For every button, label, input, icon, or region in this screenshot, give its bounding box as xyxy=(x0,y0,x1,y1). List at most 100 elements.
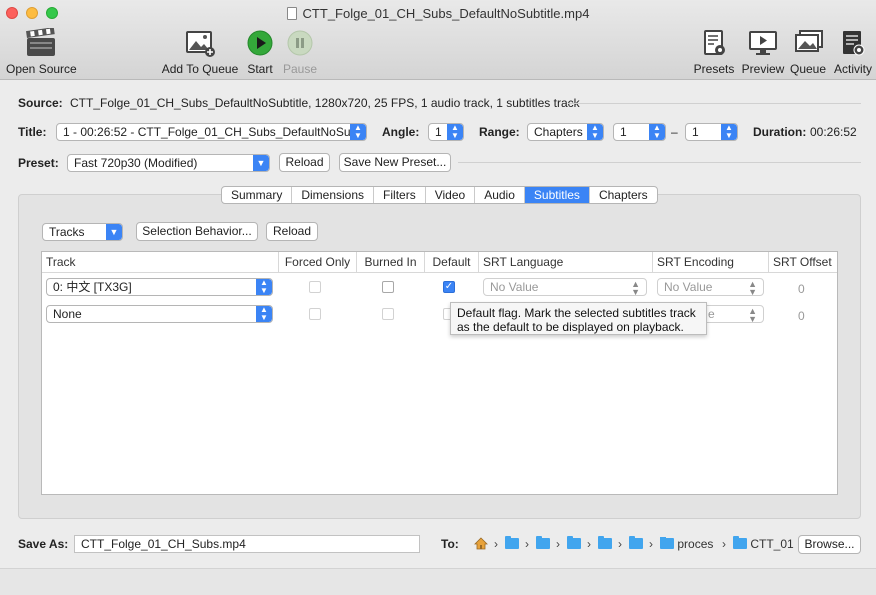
folder-icon xyxy=(505,536,519,549)
chevron-down-icon: ▼ xyxy=(106,224,122,240)
start-label: Start xyxy=(247,62,273,76)
subtitles-reload-button[interactable]: Reload xyxy=(266,222,318,241)
chevron-down-icon: ▼ xyxy=(253,155,269,171)
folder-icon xyxy=(567,536,581,549)
column-header-track[interactable]: Track xyxy=(42,252,279,273)
srt-encoding-value: No Value xyxy=(664,280,713,294)
track-popup-value: 0: 中文 [TX3G] xyxy=(53,280,132,294)
path-folder-label: proces xyxy=(677,537,714,551)
srt-encoding-popup-row-1[interactable]: No Value ▲ ▼ xyxy=(657,278,764,296)
path-folder[interactable] xyxy=(629,536,643,551)
srt-offset-row-1[interactable]: 0 xyxy=(798,282,805,296)
range-start-popup[interactable]: 1 ▲ ▼ xyxy=(613,123,666,141)
status-strip xyxy=(0,568,876,595)
add-to-queue-button[interactable]: Add To Queue xyxy=(160,28,240,76)
queue-button[interactable]: Queue xyxy=(789,28,827,76)
tab-bar: Summary Dimensions Filters Video Audio S… xyxy=(221,186,658,204)
chevron-updown-icon: ▲ ▼ xyxy=(256,306,272,322)
browse-button[interactable]: Browse... xyxy=(798,535,861,554)
start-button[interactable]: Start xyxy=(243,28,277,76)
angle-popup[interactable]: 1 ▲ ▼ xyxy=(428,123,464,141)
path-folder[interactable] xyxy=(505,536,519,551)
tab-subtitles[interactable]: Subtitles xyxy=(524,187,590,203)
document-gear-icon xyxy=(692,28,736,58)
srt-language-popup-row-1[interactable]: No Value ▲ ▼ xyxy=(483,278,647,296)
chevron-updown-icon: ▲ ▼ xyxy=(631,279,640,296)
tab-chapters[interactable]: Chapters xyxy=(590,187,657,203)
range-end-popup[interactable]: 1 ▲ ▼ xyxy=(685,123,738,141)
queue-label: Queue xyxy=(789,62,827,76)
burned-in-checkbox-row-2[interactable] xyxy=(382,308,394,320)
presets-button[interactable]: Presets xyxy=(692,28,736,76)
path-separator: › xyxy=(618,537,622,551)
track-popup-row-1[interactable]: 0: 中文 [TX3G] ▲ ▼ xyxy=(46,278,273,296)
window-title-text: CTT_Folge_01_CH_Subs_DefaultNoSubtitle.m… xyxy=(302,6,590,21)
document-icon xyxy=(286,7,297,20)
save-new-preset-button[interactable]: Save New Preset... xyxy=(339,153,451,172)
title-popup-value: 1 - 00:26:52 - CTT_Folge_01_CH_Subs_Defa… xyxy=(63,125,367,139)
divider xyxy=(458,162,861,163)
burned-in-checkbox-row-1[interactable] xyxy=(382,281,394,293)
tab-dimensions[interactable]: Dimensions xyxy=(292,187,375,203)
activity-button[interactable]: Activity xyxy=(832,28,874,76)
srt-offset-row-2[interactable]: 0 xyxy=(798,309,805,323)
tooltip-line-2: as the default to be displayed on playba… xyxy=(457,320,684,334)
title-bar: CTT_Folge_01_CH_Subs_DefaultNoSubtitle.m… xyxy=(0,0,876,80)
preview-button[interactable]: Preview xyxy=(740,28,786,76)
selection-behavior-button[interactable]: Selection Behavior... xyxy=(136,222,258,241)
folder-icon xyxy=(536,536,550,549)
pause-button[interactable]: Pause xyxy=(282,28,318,76)
play-icon xyxy=(243,28,277,58)
angle-popup-value: 1 xyxy=(435,125,442,139)
range-type-popup[interactable]: Chapters ▲ ▼ xyxy=(527,123,604,141)
forced-only-checkbox-row-2[interactable] xyxy=(309,308,321,320)
title-label: Title: xyxy=(18,125,47,139)
preset-popup[interactable]: Fast 720p30 (Modified) ▼ xyxy=(67,154,270,172)
save-as-label: Save As: xyxy=(18,537,69,551)
chevron-updown-icon: ▲ ▼ xyxy=(721,124,737,140)
path-separator: › xyxy=(587,537,591,551)
path-folder-processed[interactable]: proces xyxy=(660,537,718,551)
photo-stack-icon xyxy=(789,28,827,58)
save-as-value: CTT_Folge_01_CH_Subs.mp4 xyxy=(81,537,246,551)
tab-filters[interactable]: Filters xyxy=(374,187,426,203)
column-header-srt-encoding[interactable]: SRT Encoding xyxy=(653,252,769,273)
path-folder[interactable] xyxy=(567,536,581,551)
source-value: CTT_Folge_01_CH_Subs_DefaultNoSubtitle, … xyxy=(70,96,580,110)
tracks-popup[interactable]: Tracks ▼ xyxy=(42,223,123,241)
title-popup[interactable]: 1 - 00:26:52 - CTT_Folge_01_CH_Subs_Defa… xyxy=(56,123,367,141)
range-dash: – xyxy=(671,125,678,139)
column-header-srt-offset[interactable]: SRT Offset xyxy=(769,252,837,273)
chevron-updown-icon: ▲ ▼ xyxy=(748,279,757,296)
column-header-srt-language[interactable]: SRT Language xyxy=(479,252,653,273)
column-header-forced-only[interactable]: Forced Only xyxy=(279,252,357,273)
duration-value: 00:26:52 xyxy=(810,125,857,139)
path-home[interactable] xyxy=(474,537,488,551)
range-end-value: 1 xyxy=(692,125,699,139)
tab-summary[interactable]: Summary xyxy=(222,187,293,203)
folder-icon xyxy=(629,536,643,549)
chevron-updown-icon: ▲ ▼ xyxy=(350,124,366,140)
path-folder[interactable] xyxy=(536,536,550,551)
presets-label: Presets xyxy=(693,62,735,76)
folder-icon xyxy=(598,536,612,549)
add-to-queue-label: Add To Queue xyxy=(161,62,239,76)
save-as-field[interactable]: CTT_Folge_01_CH_Subs.mp4 xyxy=(74,535,420,553)
default-checkbox-row-1[interactable]: ✓ xyxy=(443,281,455,293)
preset-popup-value: Fast 720p30 (Modified) xyxy=(74,156,198,170)
open-source-button[interactable]: Open Source xyxy=(6,27,77,76)
tab-video[interactable]: Video xyxy=(426,187,476,203)
duration-label: Duration: xyxy=(753,125,807,139)
forced-only-checkbox-row-1[interactable] xyxy=(309,281,321,293)
range-start-value: 1 xyxy=(620,125,627,139)
column-header-default[interactable]: Default xyxy=(425,252,479,273)
tab-audio[interactable]: Audio xyxy=(475,187,525,203)
path-folder[interactable] xyxy=(598,536,612,551)
path-folder-ctt01[interactable]: CTT_01 xyxy=(733,536,794,551)
folder-icon xyxy=(660,537,674,549)
photos-add-icon xyxy=(160,28,240,58)
column-header-burned-in[interactable]: Burned In xyxy=(357,252,425,273)
track-popup-row-2[interactable]: None ▲ ▼ xyxy=(46,305,273,323)
checkmark-icon: ✓ xyxy=(444,281,454,292)
preset-reload-button[interactable]: Reload xyxy=(279,153,330,172)
